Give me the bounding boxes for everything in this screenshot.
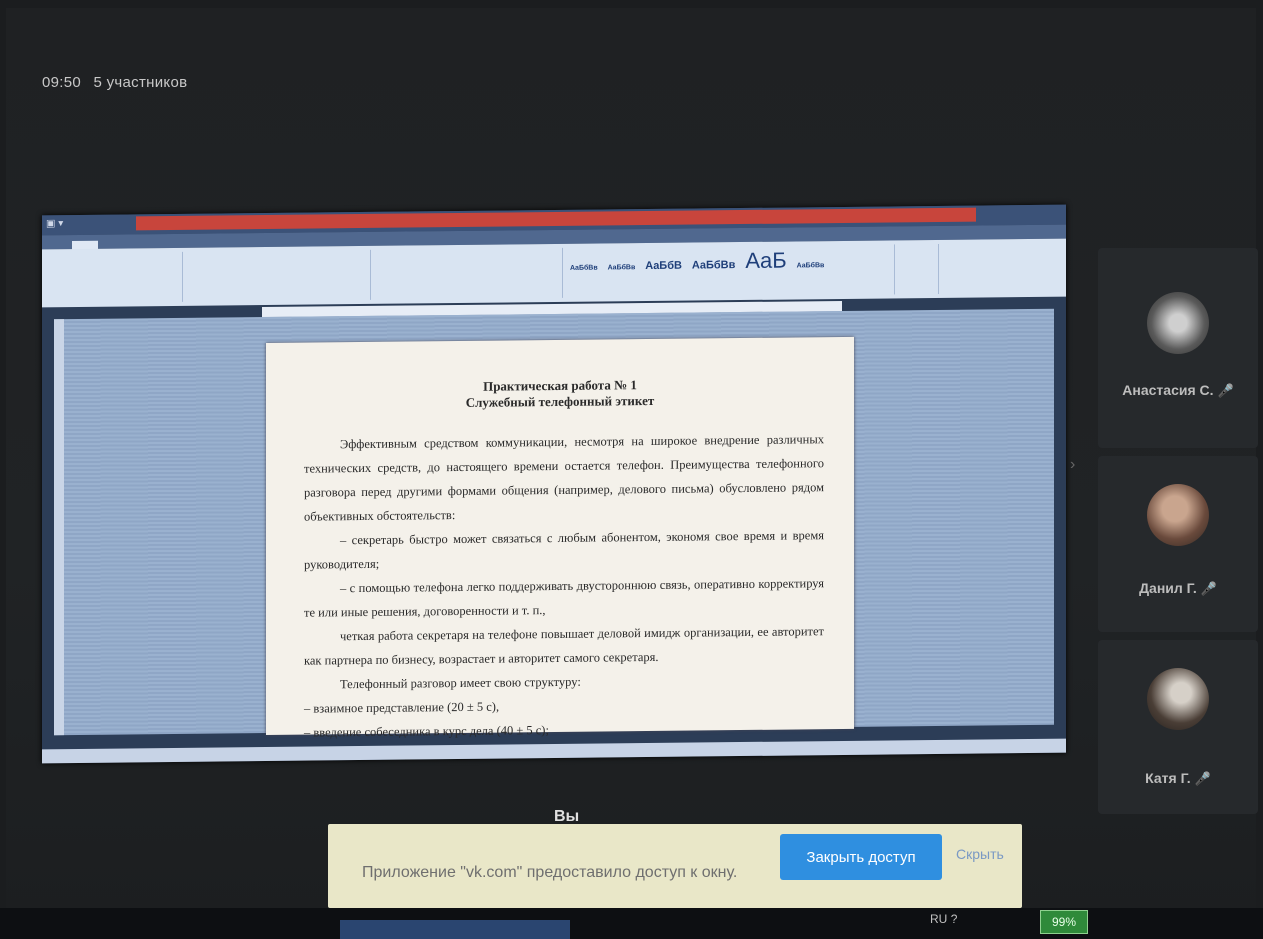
doc-paragraph: – введение собеседника в курс дела (40 ±…: [304, 723, 549, 740]
style-heading2[interactable]: AaБбВв: [692, 259, 735, 271]
editing-group[interactable]: [940, 243, 1010, 294]
video-call-screen: 09:50 5 участников ▣ ▾ AaБбВв AaБбВв AaБ…: [6, 8, 1258, 936]
style-title[interactable]: AaБ: [745, 248, 786, 274]
style-previews[interactable]: AaБбВв AaБбВв AaБбВ AaБбВв AaБ AaБбВв: [570, 247, 832, 276]
change-styles-button[interactable]: [898, 243, 939, 295]
style-normal[interactable]: AaБбВв: [570, 265, 598, 272]
microphone-icon: 🎤: [1200, 581, 1217, 596]
participant-name: Данил Г. 🎤: [1139, 580, 1217, 596]
vertical-ruler[interactable]: [54, 319, 64, 736]
participants-panel: Анастасия С. 🎤 Данил Г. 🎤 Катя Г. 🎤: [1098, 188, 1258, 814]
font-group[interactable]: [184, 249, 371, 302]
doc-body: Эффективным средством коммуникации, несм…: [304, 427, 824, 744]
participant-name: Катя Г. 🎤: [1145, 770, 1211, 786]
doc-paragraph: – секретарь быстро может связаться с люб…: [304, 528, 824, 572]
help-icon[interactable]: ?: [951, 912, 958, 926]
quick-access-icon[interactable]: ▣ ▾: [46, 218, 63, 229]
doc-paragraph: Эффективным средством коммуникации, несм…: [304, 432, 824, 524]
document-workspace: Практическая работа № 1 Служебный телефо…: [54, 308, 1054, 740]
call-info: 09:50 5 участников: [42, 74, 195, 91]
participant-tile[interactable]: Анастасия С. 🎤: [1098, 248, 1258, 448]
call-time: 09:50: [42, 74, 82, 91]
stop-sharing-button[interactable]: Закрыть доступ: [780, 834, 942, 880]
taskbar-app-button[interactable]: [340, 920, 570, 939]
style-subtitle[interactable]: AaБбВв: [797, 262, 825, 269]
paragraph-group[interactable]: [372, 247, 563, 300]
participant-name: Анастасия С. 🎤: [1122, 382, 1234, 398]
shared-window: ▣ ▾ AaБбВв AaБбВв AaБбВ AaБбВв AaБ AaБбВ…: [42, 204, 1066, 764]
doc-paragraph: четкая работа секретаря на телефоне повы…: [304, 624, 824, 668]
doc-paragraph: – с помощью телефона легко поддерживать …: [304, 576, 824, 620]
os-taskbar: RU ? 99%: [0, 908, 1263, 939]
clipboard-group[interactable]: [46, 251, 183, 304]
style-no-spacing[interactable]: AaБбВв: [608, 264, 636, 271]
microphone-icon: 🎤: [1217, 383, 1234, 398]
participant-count: 5 участников: [93, 74, 188, 91]
style-heading1[interactable]: AaБбВ: [645, 260, 682, 272]
share-message: Приложение "vk.com" предоставило доступ …: [362, 864, 738, 881]
participant-tile[interactable]: Данил Г. 🎤: [1098, 456, 1258, 632]
ribbon: AaБбВв AaБбВв AaБбВ AaБбВв AaБ AaБбВв: [42, 238, 1066, 308]
avatar: [1147, 668, 1209, 730]
microphone-icon: 🎤: [1194, 771, 1211, 786]
language-indicator[interactable]: RU: [930, 912, 947, 926]
document-page[interactable]: Практическая работа № 1 Служебный телефо…: [266, 336, 854, 740]
screen-share-notification: Приложение "vk.com" предоставило доступ …: [328, 824, 1022, 908]
avatar: [1147, 484, 1209, 546]
participant-tile[interactable]: Катя Г. 🎤: [1098, 640, 1258, 814]
battery-indicator[interactable]: 99%: [1040, 910, 1088, 934]
avatar: [1147, 292, 1209, 354]
word-status-bar: [42, 738, 1066, 764]
chevron-right-icon[interactable]: ›: [1070, 456, 1075, 474]
system-tray: RU ?: [930, 912, 957, 926]
hide-notification-link[interactable]: Скрыть: [956, 846, 1004, 862]
